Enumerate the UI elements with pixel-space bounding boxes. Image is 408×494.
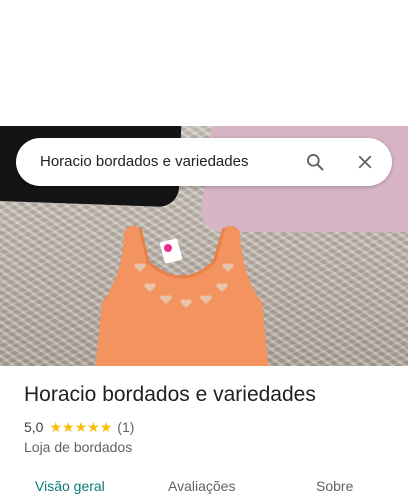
rating-row[interactable]: 5,0 ★ ★ ★ ★ ★ (1) [24, 418, 134, 436]
orange-tank-top [95, 225, 269, 366]
review-count[interactable]: (1) [117, 419, 134, 435]
search-bar[interactable]: Horacio bordados e variedades [16, 138, 392, 186]
star-icon: ★ [87, 419, 100, 435]
search-input[interactable]: Horacio bordados e variedades [40, 153, 248, 170]
search-icon[interactable] [301, 148, 329, 176]
place-category: Loja de bordados [24, 439, 133, 455]
star-icon: ★ [62, 419, 75, 435]
star-icon: ★ [49, 419, 63, 435]
map-blank-area [0, 0, 408, 126]
rating-value: 5,0 [24, 419, 44, 435]
close-icon[interactable] [351, 148, 379, 176]
place-tabs: Visão geral Avaliações Sobre [0, 470, 408, 494]
star-icon: ★ [74, 419, 88, 435]
place-title: Horacio bordados e variedades [24, 383, 316, 406]
star-icon: ★ [99, 419, 113, 435]
star-rating: ★ ★ ★ ★ ★ [49, 420, 112, 434]
